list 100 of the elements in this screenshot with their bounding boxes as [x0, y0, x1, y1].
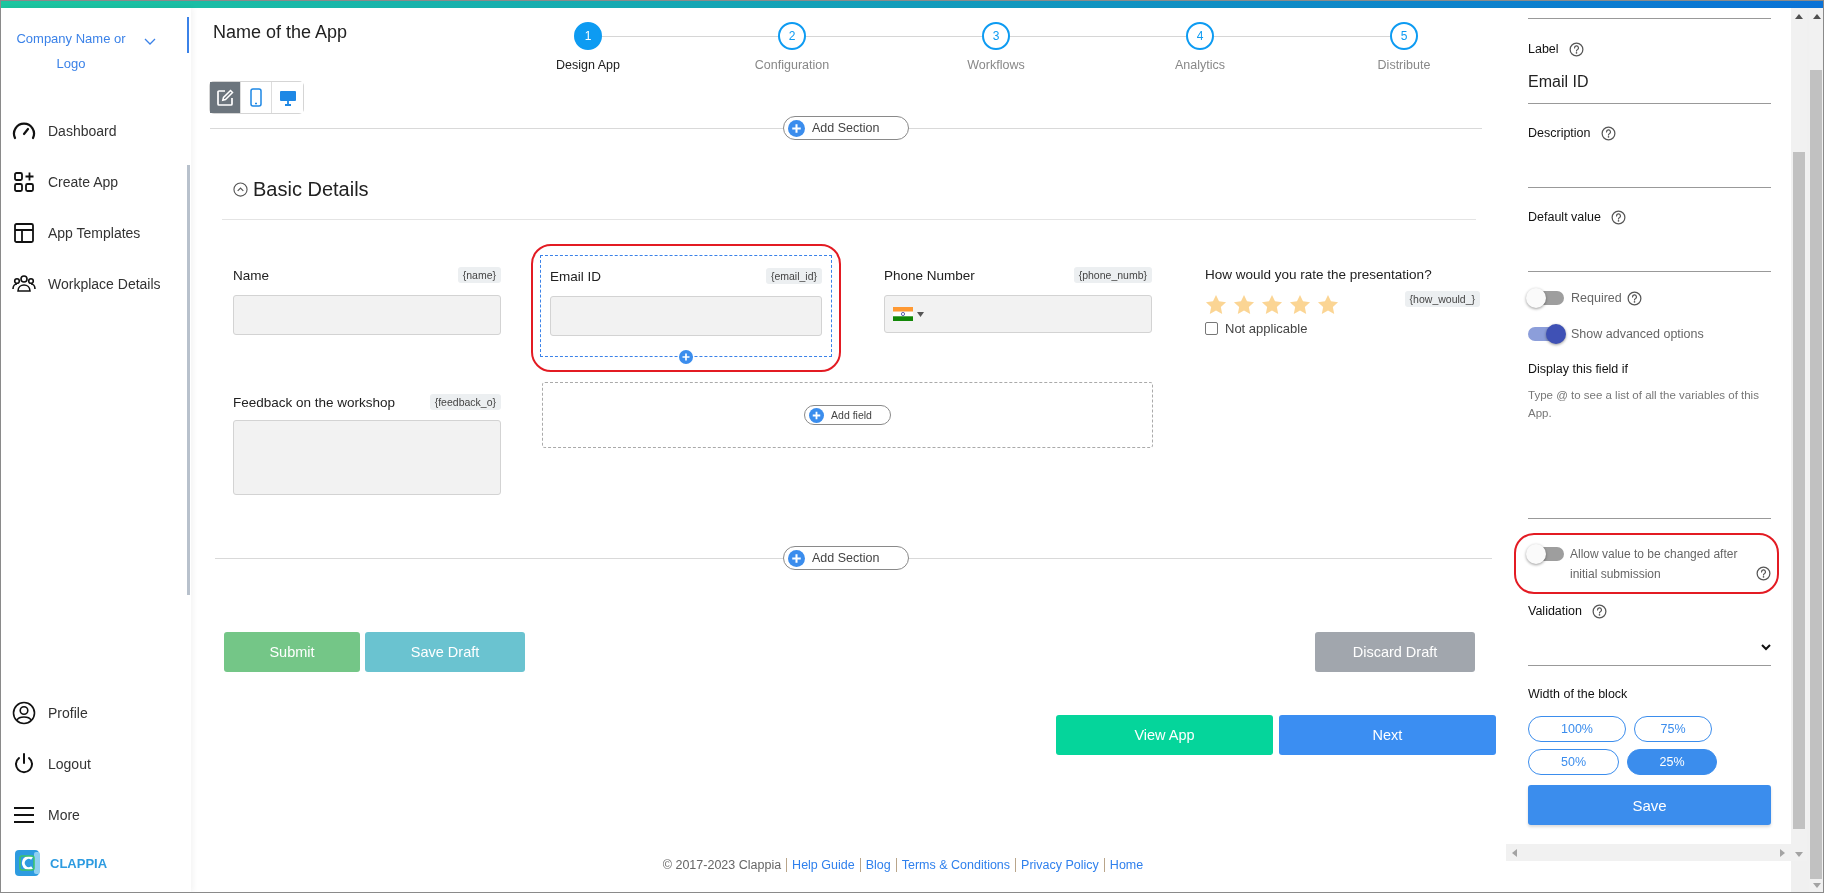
variable-tag: {name} [457, 267, 501, 283]
footer-link[interactable]: Home [1103, 858, 1149, 872]
up-arrow-icon[interactable] [1813, 14, 1821, 19]
nav-item[interactable]: Dashboard [1, 105, 181, 156]
label-field[interactable]: Email ID [1528, 73, 1771, 103]
app-title: Name of the App [213, 22, 348, 43]
toggle-label: Show advanced options [1571, 327, 1704, 341]
field-label: Feedback on the workshop [233, 394, 396, 410]
plus-icon [788, 549, 805, 567]
left-arrow-icon[interactable] [1512, 848, 1517, 857]
step-label[interactable]: Workflows [967, 58, 1025, 72]
toggle-label: Allow value to be changed after initial submission [1570, 546, 1739, 583]
chevron-down-icon[interactable] [144, 38, 156, 46]
nav-item[interactable]: App Templates [1, 207, 181, 258]
help-icon[interactable] [1626, 290, 1642, 306]
monitor-icon [278, 89, 297, 106]
form-button[interactable]: Discard Draft [1315, 632, 1475, 672]
variable-tag: {feedback_o} [429, 394, 501, 410]
help-icon[interactable] [1592, 603, 1607, 619]
nav-item[interactable]: Logout [1, 738, 181, 789]
property-label: Width of the block [1528, 687, 1628, 701]
step-number[interactable]: 2 [778, 22, 806, 50]
plus-icon [809, 407, 825, 423]
nav-item[interactable]: Create App [1, 156, 181, 207]
selected-field-card[interactable]: Email ID {email_id} [540, 255, 832, 357]
nav-item[interactable]: More [1, 789, 181, 840]
save-button[interactable]: Save [1528, 785, 1771, 825]
caret-down-icon[interactable] [917, 311, 924, 317]
plus-icon [788, 119, 805, 137]
checkbox[interactable] [1205, 322, 1218, 335]
nav-item[interactable]: Profile [1, 687, 181, 738]
footer-link[interactable]: Terms & Conditions [895, 858, 1016, 872]
width-option[interactable]: 100% [1528, 716, 1626, 742]
step-label[interactable]: Design App [556, 58, 620, 72]
company-name[interactable]: Company Name or Logo [1, 26, 141, 76]
variable-tag: {email_id} [765, 268, 822, 284]
step-number[interactable]: 4 [1186, 22, 1214, 50]
up-arrow-icon[interactable] [1795, 14, 1803, 19]
field-label: How would you rate the presentation? [1205, 267, 1432, 282]
down-arrow-icon[interactable] [1813, 883, 1821, 888]
add-section-button[interactable]: Add Section [783, 116, 909, 140]
add-section-button[interactable]: Add Section [783, 546, 909, 570]
footer-link[interactable]: Privacy Policy [1015, 858, 1104, 872]
step-label[interactable]: Analytics [1175, 58, 1225, 72]
help-icon[interactable] [1600, 125, 1616, 141]
condition-field[interactable]: Type @ to see a list of all the variables of this App. [1528, 386, 1771, 519]
form-button[interactable]: Submit [224, 632, 360, 672]
user-icon [12, 700, 36, 725]
apps-plus-icon [12, 169, 36, 194]
checkbox-label: Not applicable [1225, 321, 1308, 336]
variable-tag: {phone_numb} [1073, 267, 1152, 283]
nav-button[interactable]: Next [1279, 715, 1496, 755]
step-number[interactable]: 1 [574, 22, 602, 50]
phone-field[interactable] [884, 295, 1152, 333]
property-label: Label [1528, 42, 1559, 56]
section-title: Basic Details [253, 178, 369, 201]
right-arrow-icon[interactable] [1780, 848, 1785, 857]
input-field[interactable] [550, 296, 822, 336]
brand-name: CLAPPIA [50, 855, 108, 871]
property-label: Default value [1528, 210, 1601, 224]
help-icon[interactable] [1568, 41, 1584, 57]
nav-item[interactable]: Workplace Details [1, 258, 181, 309]
help-icon[interactable] [1756, 566, 1771, 581]
width-option[interactable]: 50% [1528, 749, 1619, 775]
input-field[interactable] [233, 295, 501, 335]
edit-icon [216, 88, 234, 107]
form-button[interactable]: Save Draft [365, 632, 525, 672]
footer-link[interactable]: Help Guide [786, 858, 860, 872]
star-icon[interactable] [1205, 293, 1227, 315]
flag-icon [893, 307, 913, 321]
help-icon[interactable] [1610, 209, 1626, 225]
field-label: Name [233, 267, 269, 283]
width-option[interactable]: 25% [1627, 749, 1717, 775]
star-icon[interactable] [1233, 293, 1255, 315]
star-icon[interactable] [1317, 293, 1339, 315]
field-label: Email ID [550, 268, 601, 284]
collapse-icon[interactable] [233, 182, 248, 197]
footer-link[interactable]: Blog [859, 858, 896, 872]
variable-tag: {how_would_} [1404, 291, 1480, 307]
star-icon[interactable] [1261, 293, 1283, 315]
property-label: Display this field if [1528, 362, 1629, 376]
scrollbar[interactable] [1506, 844, 1791, 861]
logo-icon [14, 849, 42, 877]
toggle-switch[interactable] [1528, 291, 1564, 305]
step-label[interactable]: Distribute [1377, 58, 1431, 72]
view-mode-button[interactable] [210, 82, 241, 113]
chevron-down-icon [1761, 644, 1771, 651]
step-number[interactable]: 3 [982, 22, 1010, 50]
step-label[interactable]: Configuration [754, 58, 830, 72]
down-arrow-icon[interactable] [1795, 852, 1803, 857]
toggle-switch[interactable] [1528, 327, 1564, 341]
scrollbar-thumb[interactable] [187, 165, 190, 595]
add-icon [679, 350, 693, 364]
field-label: Phone Number [884, 267, 975, 283]
toggle-switch[interactable] [1528, 547, 1564, 561]
star-icon[interactable] [1289, 293, 1311, 315]
width-option[interactable]: 75% [1634, 716, 1712, 742]
step-number[interactable]: 5 [1390, 22, 1418, 50]
property-label: Validation [1528, 604, 1582, 618]
add-field-button[interactable]: Add field [804, 405, 891, 425]
